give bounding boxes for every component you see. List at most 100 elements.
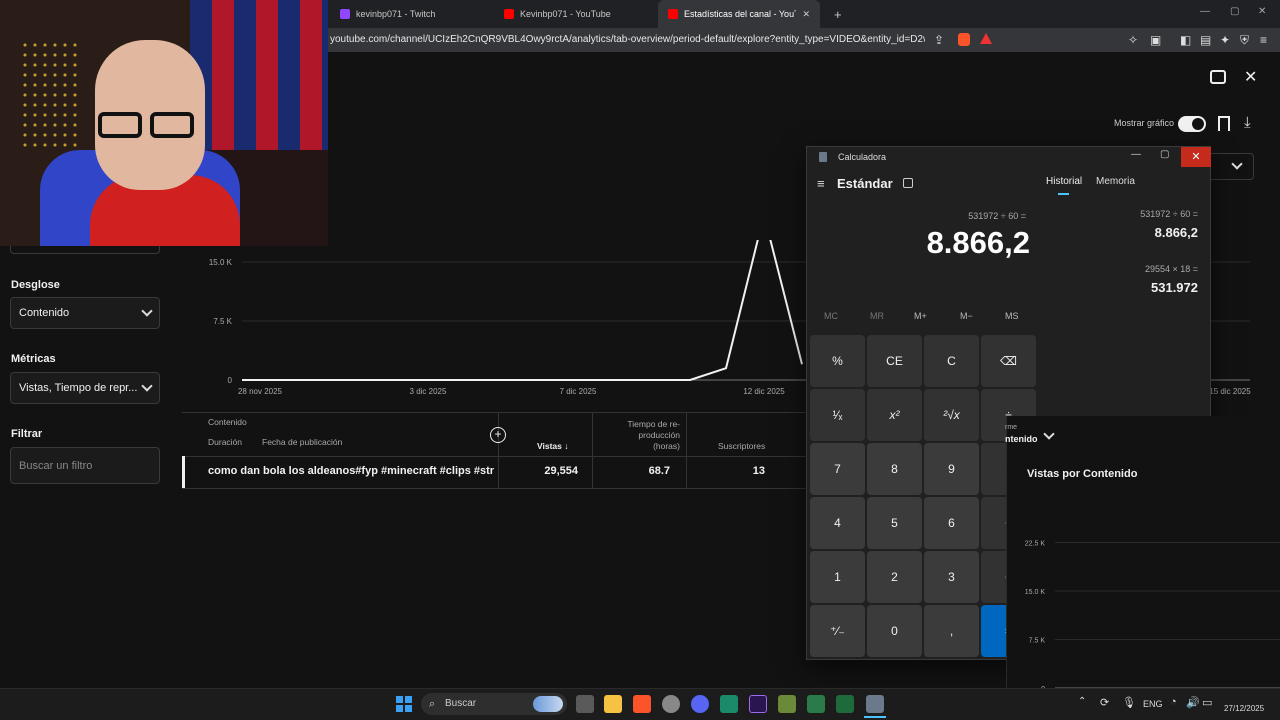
memory-recall-button[interactable]: MR — [870, 311, 884, 321]
brave-shield-icon[interactable] — [958, 33, 970, 46]
sidebar-icon[interactable]: ◧ — [1180, 33, 1191, 47]
clear-key[interactable]: C — [924, 335, 979, 387]
negate-key[interactable]: ⁺⁄₋ — [810, 605, 865, 657]
glasses-right — [150, 112, 194, 138]
history-expression[interactable]: 29554 × 18 = — [1107, 264, 1198, 274]
premiere-icon[interactable] — [749, 695, 767, 713]
obs-icon[interactable] — [662, 695, 680, 713]
col-watch-time[interactable]: Tiempo de re-producción (horas) — [612, 419, 680, 452]
memory-clear-button[interactable]: MC — [824, 311, 838, 321]
key-5[interactable]: 5 — [867, 497, 922, 549]
keep-on-top-icon[interactable] — [903, 178, 913, 188]
history-result[interactable]: 8.866,2 — [1127, 225, 1198, 240]
breakdown-dropdown[interactable]: Contenido — [10, 297, 160, 329]
hamburger-menu-icon[interactable]: ≡ — [817, 176, 825, 191]
memory-store-button[interactable]: MS — [1005, 311, 1019, 321]
start-button[interactable] — [396, 696, 412, 712]
secondary-chart-panel: rme ntenido Vistas por Contenido 07.5 K1… — [1005, 416, 1280, 700]
youtube-icon — [668, 9, 678, 19]
history-expression[interactable]: 531972 ÷ 60 = — [1107, 209, 1198, 219]
chevron-up-icon[interactable]: ⌃ — [1078, 696, 1086, 707]
download-icon[interactable]: ⤓ — [1244, 114, 1251, 131]
key-2[interactable]: 2 — [867, 551, 922, 603]
history-result[interactable]: 531.972 — [1127, 280, 1198, 295]
percent-key[interactable]: % — [810, 335, 865, 387]
reciprocal-key[interactable]: ¹⁄ₓ — [810, 389, 865, 441]
metrics-dropdown[interactable]: Vistas, Tiempo de repr... — [10, 372, 160, 404]
calculator-taskbar-icon[interactable] — [866, 695, 884, 713]
app-icon[interactable] — [720, 695, 738, 713]
leo-ai-icon[interactable]: ✦ — [1220, 33, 1230, 47]
taskbar-date[interactable]: 27/12/2025 — [1224, 704, 1264, 713]
maximize-icon[interactable]: ▢ — [1160, 149, 1169, 160]
key-6[interactable]: 6 — [924, 497, 979, 549]
close-report-button[interactable]: ✕ — [1244, 67, 1257, 87]
brave-browser-icon[interactable] — [633, 695, 651, 713]
chevron-down-icon[interactable] — [1043, 428, 1055, 440]
key-8[interactable]: 8 — [867, 443, 922, 495]
show-chart-label: Mostrar gráfico — [1114, 118, 1175, 128]
square-root-key[interactable]: ²√x — [924, 389, 979, 441]
volume-icon[interactable]: 🔊 — [1186, 696, 1200, 709]
calculator-close-button[interactable]: ✕ — [1181, 147, 1211, 167]
key-4[interactable]: 4 — [810, 497, 865, 549]
tab-analytics[interactable]: Estadísticas del canal - YouTube ✕ — [658, 0, 820, 28]
brave-rewards-icon[interactable] — [980, 33, 992, 44]
discord-icon[interactable] — [691, 695, 709, 713]
tab-history[interactable]: Historial — [1046, 176, 1082, 187]
spreadsheet-icon[interactable] — [807, 695, 825, 713]
new-tab-button[interactable]: + — [824, 0, 852, 28]
views-by-content-chart: 07.5 K15.0 K22.5 K28 nov 20253 dic 2025 — [1025, 541, 1280, 700]
media-icon[interactable]: ▣ — [1150, 33, 1161, 47]
share-icon[interactable]: ⇪ — [934, 33, 944, 47]
show-chart-toggle[interactable] — [1178, 116, 1206, 132]
key-1[interactable]: 1 — [810, 551, 865, 603]
sync-icon[interactable]: ⟳ — [1100, 696, 1109, 709]
menu-icon[interactable]: ≡ — [1260, 33, 1267, 47]
key-7[interactable]: 7 — [810, 443, 865, 495]
battery-icon[interactable]: ▭ — [1202, 696, 1212, 709]
file-explorer-icon[interactable] — [604, 695, 622, 713]
tab-memory[interactable]: Memoria — [1096, 176, 1135, 187]
minimize-icon[interactable]: — — [1200, 6, 1210, 17]
task-view-icon[interactable] — [576, 695, 594, 713]
memory-subtract-button[interactable]: M− — [960, 311, 973, 321]
square-key[interactable]: x² — [867, 389, 922, 441]
minecraft-icon[interactable] — [778, 695, 796, 713]
restore-icon[interactable]: ▢ — [1230, 6, 1239, 17]
language-indicator[interactable]: ENG — [1143, 699, 1163, 709]
col-views[interactable]: Vistas ↓ — [537, 441, 569, 451]
key-0[interactable]: 0 — [867, 605, 922, 657]
microphone-icon[interactable]: 🎙 — [1122, 696, 1136, 709]
key-9[interactable]: 9 — [924, 443, 979, 495]
col-subscribers[interactable]: Suscriptores — [718, 441, 765, 451]
panel-dropdown-value[interactable]: ntenido — [1005, 434, 1038, 444]
x-tick-label: 3 dic 2025 — [410, 387, 447, 396]
excel-icon[interactable] — [836, 695, 854, 713]
calculator-mode: Estándar — [837, 176, 893, 191]
wifi-icon[interactable]: ◔ — [1170, 696, 1177, 708]
y-tick-label: 7.5 K — [213, 317, 232, 326]
feedback-icon[interactable] — [1210, 70, 1226, 84]
close-window-icon[interactable]: ✕ — [1258, 6, 1266, 17]
col-published[interactable]: Fecha de publicación — [262, 437, 342, 447]
tab-twitch[interactable]: kevinbp071 - Twitch — [330, 0, 490, 28]
tab-youtube[interactable]: Kevinbp071 - YouTube — [494, 0, 654, 28]
extensions-icon[interactable]: ✧ — [1128, 33, 1138, 47]
backspace-key[interactable]: ⌫ — [981, 335, 1036, 387]
close-tab-icon[interactable]: ✕ — [802, 9, 810, 20]
address-bar[interactable]: youtube.com/channel/UCIzEh2CnQR9VBL4Owy9… — [330, 34, 925, 45]
decimal-key[interactable]: , — [924, 605, 979, 657]
wallet-icon[interactable]: ▤ — [1200, 33, 1211, 47]
clear-entry-key[interactable]: CE — [867, 335, 922, 387]
memory-add-button[interactable]: M+ — [914, 311, 927, 321]
vpn-icon[interactable]: ⛨ — [1240, 33, 1249, 48]
bookmark-icon[interactable] — [1218, 116, 1230, 131]
key-3[interactable]: 3 — [924, 551, 979, 603]
taskbar-search[interactable]: ⌕ Buscar — [421, 693, 567, 715]
add-column-icon[interactable]: + — [490, 427, 506, 443]
minimize-icon[interactable]: — — [1131, 149, 1141, 160]
col-duration[interactable]: Duración — [208, 437, 242, 447]
table-row-title[interactable]: como dan bola los aldeanos#fyp #minecraf… — [208, 465, 494, 477]
filter-search-input[interactable]: Buscar un filtro — [10, 447, 160, 484]
